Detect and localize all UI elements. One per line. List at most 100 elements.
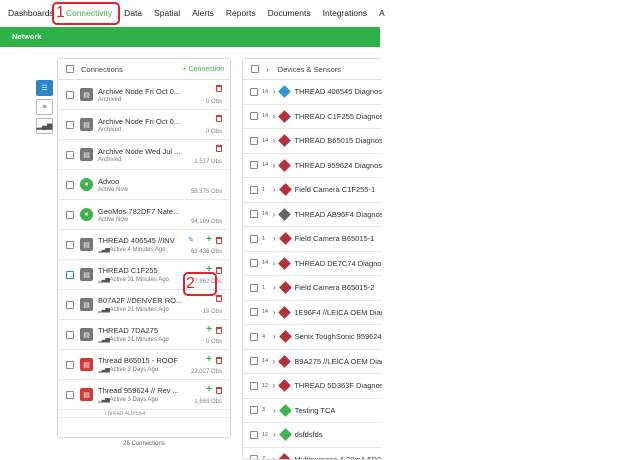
device-row[interactable]: 14 › THREAD AB96F4 Diagnost xyxy=(243,203,382,227)
expand-chevron-icon[interactable]: › xyxy=(273,357,276,366)
archive-node-icon: ▤ xyxy=(80,328,93,341)
nav-integrations[interactable]: Integrations xyxy=(317,0,373,27)
expand-chevron-icon[interactable]: › xyxy=(273,161,276,170)
expand-chevron-icon[interactable]: › xyxy=(273,87,276,96)
device-checkbox[interactable] xyxy=(250,161,258,170)
connection-row[interactable]: ▤ THREAD 406545 //INV ▁▃▅ Active 4 Minutes… xyxy=(58,230,230,260)
expand-chevron-icon[interactable]: › xyxy=(273,136,276,145)
nav-dashboards[interactable]: Dashboards xyxy=(0,0,60,27)
device-row[interactable]: 14 › THREAD C1F255 Diagnost xyxy=(243,105,382,129)
connection-checkbox[interactable] xyxy=(66,300,74,309)
nav-reports[interactable]: Reports xyxy=(220,0,262,27)
expand-chevron-icon[interactable]: › xyxy=(273,381,276,390)
tab-network[interactable]: Network xyxy=(0,27,380,47)
expand-chevron-icon[interactable]: › xyxy=(273,234,276,243)
delete-trash-icon[interactable] xyxy=(216,386,222,394)
device-row[interactable]: 4 › Senix ToughSonic 959624 xyxy=(243,325,382,350)
device-row[interactable]: 14 › THREAD 959624 Diagnost xyxy=(243,154,382,178)
delete-trash-icon[interactable] xyxy=(216,236,222,244)
device-checkbox[interactable] xyxy=(250,381,258,390)
add-device-plus-icon[interactable]: + xyxy=(206,355,212,365)
connection-checkbox[interactable] xyxy=(66,90,74,99)
add-device-plus-icon[interactable]: + xyxy=(206,385,212,395)
connection-checkbox[interactable] xyxy=(66,390,74,399)
add-device-plus-icon[interactable]: + xyxy=(206,235,212,245)
connection-row[interactable]: ● GeoMos 782DF7 Nate... Active Now 94,109 O… xyxy=(58,200,230,230)
device-row[interactable]: 12 › dsfdsfds xyxy=(243,423,382,448)
expand-chevron-icon[interactable]: › xyxy=(273,283,276,292)
delete-trash-icon[interactable] xyxy=(216,356,222,364)
connection-checkbox[interactable] xyxy=(66,120,74,129)
delete-trash-icon[interactable] xyxy=(216,145,222,152)
device-row[interactable]: 14 › THREAD 406545 Diagnost xyxy=(243,80,382,105)
device-row[interactable]: 14 › B9A275 //LEICA OEM Diag xyxy=(243,350,382,374)
device-checkbox[interactable] xyxy=(250,332,258,341)
connection-row[interactable]: ▤ Archive Node Fri Oct 0... Archived 0 Obs xyxy=(58,80,230,110)
select-all-checkbox[interactable] xyxy=(66,65,74,73)
device-checkbox[interactable] xyxy=(250,455,258,459)
nav-more[interactable]: A xyxy=(373,0,391,27)
tree-view-button[interactable]: ≡ xyxy=(36,99,53,115)
connection-checkbox[interactable] xyxy=(66,240,74,249)
device-checkbox[interactable] xyxy=(250,136,258,145)
device-checkbox[interactable] xyxy=(250,308,258,317)
delete-trash-icon[interactable] xyxy=(216,115,222,122)
device-checkbox[interactable] xyxy=(250,87,258,96)
devices-select-all-checkbox[interactable] xyxy=(251,65,259,73)
connection-checkbox[interactable] xyxy=(66,330,74,339)
connection-row[interactable]: ▤ THREAD 7DA275 ▁▃▅ Active 31 Minutes Ago +… xyxy=(58,320,230,350)
connection-checkbox[interactable] xyxy=(66,360,74,369)
connection-row[interactable]: ▤ Thread B65015 - ROOF ▁▃▅ Active 3 Days A… xyxy=(58,350,230,380)
expand-chevron-icon[interactable]: › xyxy=(273,112,276,121)
nav-spatial[interactable]: Spatial xyxy=(148,0,186,27)
device-row[interactable]: 3 › Testing TCA xyxy=(243,399,382,423)
connection-checkbox[interactable] xyxy=(66,210,74,219)
device-row[interactable]: 1 › Field Camera C1F255-1 xyxy=(243,178,382,203)
device-checkbox[interactable] xyxy=(250,357,258,366)
expand-chevron-icon[interactable]: › xyxy=(273,332,276,341)
connection-checkbox[interactable] xyxy=(66,150,74,159)
device-row[interactable]: 14 › 1E96F4 //LEICA OEM Diag xyxy=(243,301,382,325)
delete-trash-icon[interactable] xyxy=(216,266,222,274)
device-checkbox[interactable] xyxy=(250,210,258,219)
expand-chevron-icon[interactable]: › xyxy=(273,259,276,268)
connection-checkbox[interactable] xyxy=(66,270,74,279)
nav-alerts[interactable]: Alerts xyxy=(186,0,220,27)
expand-chevron-icon[interactable]: › xyxy=(273,455,276,459)
device-row[interactable]: 12 › THREAD 5D363F Diagnost xyxy=(243,374,382,399)
device-checkbox[interactable] xyxy=(250,406,258,415)
device-checkbox[interactable] xyxy=(250,283,258,292)
device-checkbox[interactable] xyxy=(250,259,258,268)
connection-checkbox[interactable] xyxy=(66,180,74,189)
device-row[interactable]: 1 › Field Camera B65015-1 xyxy=(243,227,382,252)
device-checkbox[interactable] xyxy=(250,234,258,243)
delete-trash-icon[interactable] xyxy=(216,295,222,302)
delete-trash-icon[interactable] xyxy=(216,85,222,92)
delete-trash-icon[interactable] xyxy=(216,326,222,334)
connection-row[interactable]: ▤ Archive Node Wed Jul ... Archived 1,517 O… xyxy=(58,140,230,170)
expand-chevron-icon[interactable]: › xyxy=(273,406,276,415)
connection-row[interactable]: ▤ Thread 959624 // Rev ... ▁▃▅ Active 3 Da… xyxy=(58,380,230,410)
connection-row[interactable]: ▤ Archive Node Fri Oct 0... Archived 0 Obs xyxy=(58,110,230,140)
expand-chevron-icon[interactable]: › xyxy=(273,185,276,194)
signal-view-button[interactable]: ▂▄▆ xyxy=(36,118,53,134)
add-connection-button[interactable]: + Connection xyxy=(183,66,224,73)
connection-row[interactable]: Thread 4D8554 xyxy=(58,410,230,418)
nav-data[interactable]: Data xyxy=(118,0,148,27)
expand-chevron-icon[interactable]: › xyxy=(266,65,269,74)
nav-documents[interactable]: Documents xyxy=(262,0,317,27)
device-checkbox[interactable] xyxy=(250,430,258,439)
connection-row[interactable]: ● Advoo Active Now 58,375 Obs xyxy=(58,170,230,200)
device-checkbox[interactable] xyxy=(250,112,258,121)
edit-pencil-icon[interactable]: ✎ xyxy=(188,236,194,244)
expand-chevron-icon[interactable]: › xyxy=(273,430,276,439)
device-checkbox[interactable] xyxy=(250,185,258,194)
device-row[interactable]: 14 › THREAD B65015 Diagnost xyxy=(243,129,382,154)
device-row[interactable]: 1 › Field Camera B65015-2 xyxy=(243,276,382,301)
device-row[interactable]: 14 › THREAD DE7C74 Diagnos xyxy=(243,252,382,276)
list-view-button[interactable]: ☰ xyxy=(36,80,53,96)
expand-chevron-icon[interactable]: › xyxy=(273,308,276,317)
device-row[interactable]: 7 › Multipurpose 4-20mA 5D36 xyxy=(243,448,382,459)
expand-chevron-icon[interactable]: › xyxy=(273,210,276,219)
add-device-plus-icon[interactable]: + xyxy=(206,325,212,335)
